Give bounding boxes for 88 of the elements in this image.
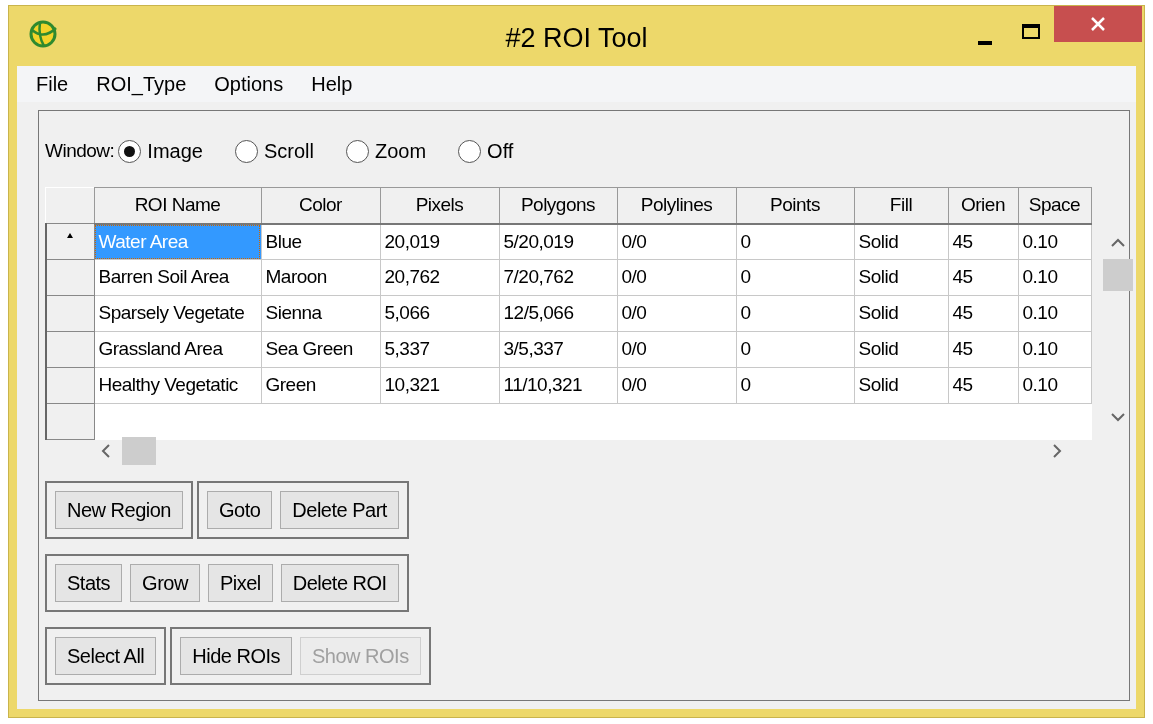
column-header[interactable]: ROI Name — [94, 187, 261, 224]
table-cell: Barren Soil Area — [94, 259, 261, 296]
scroll-left-icon[interactable] — [100, 444, 110, 458]
table-cell: Solid — [854, 223, 948, 260]
scroll-down-icon[interactable] — [1111, 413, 1125, 423]
table-cell: Sienna — [261, 295, 380, 332]
table-cell: Sea Green — [261, 331, 380, 368]
table-cell: 0 — [736, 295, 854, 332]
radio-option[interactable]: Zoom — [345, 136, 427, 166]
table-cell: 12/5,066 — [499, 295, 617, 332]
table-cell: 7/20,762 — [499, 259, 617, 296]
menu-item[interactable]: Help — [298, 69, 366, 99]
table-cell: 0/0 — [617, 259, 736, 296]
window-title: #2 ROI Tool — [505, 22, 648, 55]
table-cell: 0/0 — [617, 331, 736, 368]
table-cell: 0 — [736, 331, 854, 368]
menu-item[interactable]: File — [23, 69, 82, 99]
table-cell: 0 — [736, 223, 854, 260]
table-cell: Solid — [854, 295, 948, 332]
vertical-scrollbar-thumb[interactable] — [1103, 259, 1133, 291]
menu-item[interactable]: Options — [201, 69, 297, 99]
table-cell: 0.10 — [1018, 331, 1091, 368]
close-button[interactable] — [1054, 6, 1142, 42]
table-cell: 45 — [948, 331, 1018, 368]
table-cell: 0 — [736, 259, 854, 296]
table-cell: 0.10 — [1018, 367, 1091, 404]
action-button[interactable]: Select All — [55, 637, 157, 675]
column-header[interactable]: Color — [261, 187, 380, 224]
close-icon[interactable] — [1091, 17, 1105, 31]
table-cell: 0/0 — [617, 367, 736, 404]
table-cell: 0 — [736, 367, 854, 404]
table-cell: 3/5,337 — [499, 331, 617, 368]
table-cell: Maroon — [261, 259, 380, 296]
table-cell: 20,019 — [380, 223, 499, 260]
table-cell: 0.10 — [1018, 295, 1091, 332]
column-header[interactable]: Polylines — [617, 187, 736, 224]
action-button[interactable]: Pixel — [207, 564, 273, 602]
scroll-right-icon[interactable] — [1053, 444, 1063, 458]
table-cell: Grassland Area — [94, 331, 261, 368]
window-label: Window: — [45, 138, 115, 163]
table-cell: 45 — [948, 295, 1018, 332]
column-header[interactable]: Pixels — [380, 187, 499, 224]
table-cell: 5,337 — [380, 331, 499, 368]
table-cell: 5/20,019 — [499, 223, 617, 260]
table-cell: 11/10,321 — [499, 367, 617, 404]
table-cell: Solid — [854, 367, 948, 404]
table-cell: Green — [261, 367, 380, 404]
table-cell: 20,762 — [380, 259, 499, 296]
table-cell: Water Area — [94, 223, 261, 260]
column-header[interactable]: Points — [736, 187, 854, 224]
column-header[interactable]: Space — [1018, 187, 1091, 224]
table-cell: 0/0 — [617, 295, 736, 332]
table-cell: 45 — [948, 259, 1018, 296]
row-header[interactable] — [46, 223, 94, 260]
row-header[interactable] — [46, 295, 94, 332]
table-cell: 45 — [948, 223, 1018, 260]
column-header[interactable]: Fill — [854, 187, 948, 224]
menu-item[interactable]: ROI_Type — [83, 69, 200, 99]
table-cell: Healthy Vegetatic — [94, 367, 261, 404]
radio-option[interactable]: Image — [118, 136, 203, 166]
radio-option[interactable]: Off — [458, 136, 514, 166]
table-cell: 0.10 — [1018, 223, 1091, 260]
column-header[interactable]: Polygons — [499, 187, 617, 224]
table-cell: 10,321 — [380, 367, 499, 404]
table-cell: 0.10 — [1018, 259, 1091, 296]
action-button[interactable]: Grow — [130, 564, 200, 602]
table-cell: Solid — [854, 259, 948, 296]
row-header[interactable] — [46, 367, 94, 404]
table-cell: 45 — [948, 367, 1018, 404]
scroll-up-icon[interactable] — [1111, 237, 1125, 247]
column-header[interactable]: Orien — [948, 187, 1018, 224]
action-button[interactable]: Stats — [55, 564, 123, 602]
row-header[interactable] — [46, 331, 94, 368]
table-cell: Solid — [854, 331, 948, 368]
table-cell: 5,066 — [380, 295, 499, 332]
maximize-icon[interactable] — [1022, 23, 1040, 39]
action-button[interactable]: New Region — [55, 491, 183, 529]
table-cell: Sparsely Vegetate — [94, 295, 261, 332]
action-button[interactable]: Delete ROI — [280, 564, 399, 602]
radio-option[interactable]: Scroll — [234, 136, 314, 166]
action-button[interactable]: Goto — [206, 491, 273, 529]
table-cell: 0/0 — [617, 223, 736, 260]
action-button[interactable]: Hide ROIs — [180, 637, 292, 675]
row-header[interactable] — [46, 403, 94, 440]
horizontal-scrollbar-thumb[interactable] — [122, 437, 156, 465]
action-button[interactable]: Delete Part — [280, 491, 399, 529]
row-header[interactable] — [46, 259, 94, 296]
table-cell: Blue — [261, 223, 380, 260]
